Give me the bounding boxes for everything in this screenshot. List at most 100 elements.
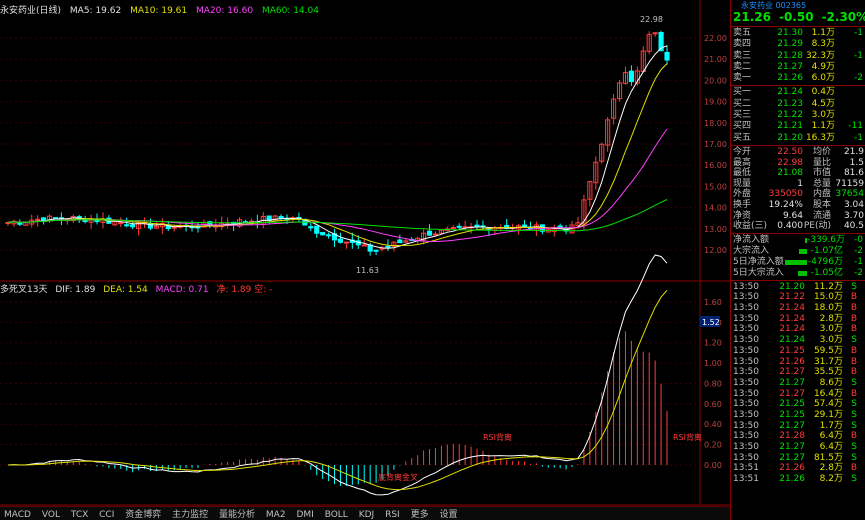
tick-direction: B xyxy=(850,367,857,378)
tick-volume: 8.6万 xyxy=(819,377,843,388)
candle-body xyxy=(343,241,349,244)
flow-value-extra: -0 xyxy=(854,234,863,245)
stat-key: 市值 xyxy=(812,168,831,179)
bid-row: 买五 21.20 16.3万 -1 xyxy=(731,133,865,144)
ask-row: 卖五 21.30 1.1万 -1 xyxy=(731,28,865,39)
tick-direction: S xyxy=(851,409,857,420)
tick-direction: B xyxy=(850,356,857,367)
macd-axis-label: 0.00 xyxy=(704,461,722,470)
tab-macd[interactable]: MACD xyxy=(4,510,31,520)
book-volume: 4.9万 xyxy=(811,61,835,72)
tick-row[interactable]: 13:50 21.20 11.2万 S xyxy=(731,282,865,293)
price-axis-label: 21.00 xyxy=(704,55,727,64)
price-axis-label: 18.00 xyxy=(704,119,727,128)
price-and-macd-chart[interactable]: 22.00 21.00 20.00 19.00 18.00 17.00 16.00 15.00… xyxy=(0,0,730,520)
tick-row[interactable]: 13:50 21.28 6.4万 B xyxy=(731,431,865,442)
tick-time: 13:50 xyxy=(733,420,759,431)
tick-row[interactable]: 13:50 21.22 15.0万 B xyxy=(731,292,865,303)
book-label: 买四 xyxy=(733,121,752,132)
tick-row[interactable]: 13:50 21.25 29.1万 S xyxy=(731,410,865,421)
chart-area[interactable]: 22.00 21.00 20.00 19.00 18.00 17.00 16.00 15.00… xyxy=(0,0,730,520)
book-label: 买一 xyxy=(733,87,752,98)
ma5-value: MA5: 19.62 xyxy=(69,6,122,16)
book-label: 卖二 xyxy=(733,61,752,72)
tick-time: 13:51 xyxy=(733,463,759,474)
tab-monitor[interactable]: 主力监控 xyxy=(172,510,208,520)
book-label: 买三 xyxy=(733,110,752,121)
candle-body xyxy=(17,222,23,225)
tab-rsi[interactable]: RSI xyxy=(385,510,400,520)
stat-value: 335050 xyxy=(768,189,803,200)
tick-row[interactable]: 13:50 21.27 16.4万 B xyxy=(731,389,865,400)
tab-kdj[interactable]: KDJ xyxy=(359,510,375,520)
tab-more[interactable]: 更多 xyxy=(411,510,429,520)
bid-row: 买一 21.24 0.4万 xyxy=(731,87,865,98)
tick-volume: 6.4万 xyxy=(819,431,843,442)
flow-value: -4796万 xyxy=(807,256,843,267)
candle-body xyxy=(35,218,41,221)
tick-row[interactable]: 13:51 21.26 8.2万 S xyxy=(731,474,865,485)
tab-tcx[interactable]: TCX xyxy=(71,510,88,520)
period-high-label: 22.98 xyxy=(640,15,663,24)
ask-row: 卖三 21.28 32.3万 -1 xyxy=(731,51,865,62)
tab-ma2[interactable]: MA2 xyxy=(266,510,286,520)
tick-direction: S xyxy=(851,335,857,346)
tick-volume: 2.8万 xyxy=(819,313,843,324)
macd-axis-label: 0.80 xyxy=(704,379,722,388)
book-label: 卖四 xyxy=(733,39,752,50)
stat-row: 今开 22.50 均价 21.9 xyxy=(731,147,865,158)
tick-time: 13:50 xyxy=(733,345,759,356)
tick-row[interactable]: 13:50 21.24 18.0万 B xyxy=(731,303,865,314)
tab-cci[interactable]: CCI xyxy=(99,510,114,520)
tab-game[interactable]: 资金博弈 xyxy=(125,510,161,520)
tick-direction: S xyxy=(851,399,857,410)
tick-row[interactable]: 13:50 21.27 81.5万 S xyxy=(731,453,865,464)
tab-volume[interactable]: 量能分析 xyxy=(219,510,255,520)
tick-row[interactable]: 13:50 21.27 8.6万 S xyxy=(731,378,865,389)
candle-body xyxy=(76,216,82,219)
macd-indicator-line: 多死叉13天 DIF: 1.89 DEA: 1.54 MACD: 0.71 净:… xyxy=(0,282,277,295)
tick-row[interactable]: 13:50 21.24 2.8万 B xyxy=(731,314,865,325)
tick-time: 13:50 xyxy=(733,431,759,442)
quote-panel: 永安药业 002365 21.26 -0.50 -2.30% 卖五 21.30 1.… xyxy=(730,0,865,520)
tick-price: 21.20 xyxy=(779,281,805,292)
price-axis-label: 19.00 xyxy=(704,98,727,107)
tick-time: 13:50 xyxy=(733,388,759,399)
tick-row[interactable]: 13:50 21.27 35.5万 B xyxy=(731,367,865,378)
stat-value: 37654 xyxy=(835,189,864,200)
tick-row[interactable]: 13:50 21.27 6.4万 S xyxy=(731,442,865,453)
stat-value: 21.08 xyxy=(777,168,803,179)
tick-row[interactable]: 13:50 21.27 1.7万 S xyxy=(731,421,865,432)
tick-row[interactable]: 13:50 21.25 59.5万 B xyxy=(731,346,865,357)
tick-time: 13:51 xyxy=(733,474,759,485)
tick-row[interactable]: 13:50 21.24 3.0万 S xyxy=(731,335,865,346)
tick-row[interactable]: 13:51 21.26 2.8万 B xyxy=(731,463,865,474)
tick-row[interactable]: 13:50 21.24 3.0万 B xyxy=(731,324,865,335)
tick-time: 13:50 xyxy=(733,356,759,367)
tab-settings[interactable]: 设置 xyxy=(439,510,457,520)
candle-body xyxy=(326,234,332,237)
book-price: 21.29 xyxy=(777,39,803,50)
tick-time: 13:50 xyxy=(733,377,759,388)
book-volume: 8.3万 xyxy=(811,39,835,50)
tab-dmi[interactable]: DMI xyxy=(296,510,313,520)
stat-key: 股本 xyxy=(812,199,831,210)
tick-price: 21.26 xyxy=(779,463,805,474)
macd-axis-label: 0.20 xyxy=(704,441,722,450)
ask-row: 卖四 21.29 8.3万 xyxy=(731,39,865,50)
last-price: 21.26 xyxy=(733,10,771,24)
tab-vol[interactable]: VOL xyxy=(42,510,60,520)
price-axis-label: 22.00 xyxy=(704,34,727,43)
tab-boll[interactable]: BOLL xyxy=(325,510,348,520)
tick-row[interactable]: 13:50 21.26 31.7万 B xyxy=(731,357,865,368)
tick-time: 13:50 xyxy=(733,292,759,303)
tick-row[interactable]: 13:50 21.25 57.4万 S xyxy=(731,399,865,410)
tick-direction: B xyxy=(850,303,857,314)
indicator-tab-bar[interactable]: MACD VOL TCX CCI 资金博弈 主力监控 量能分析 MA2 DMI … xyxy=(0,506,730,520)
candle-body xyxy=(171,226,177,229)
tick-direction: B xyxy=(850,345,857,356)
tick-time: 13:50 xyxy=(733,313,759,324)
tick-list[interactable]: 13:50 21.20 11.2万 S 13:50 21.22 15.0万 B 13:50 21.… xyxy=(731,282,865,485)
fund-flow-row: 5日大宗流入 -1.05亿 -2 xyxy=(731,268,865,279)
tick-direction: S xyxy=(851,377,857,388)
